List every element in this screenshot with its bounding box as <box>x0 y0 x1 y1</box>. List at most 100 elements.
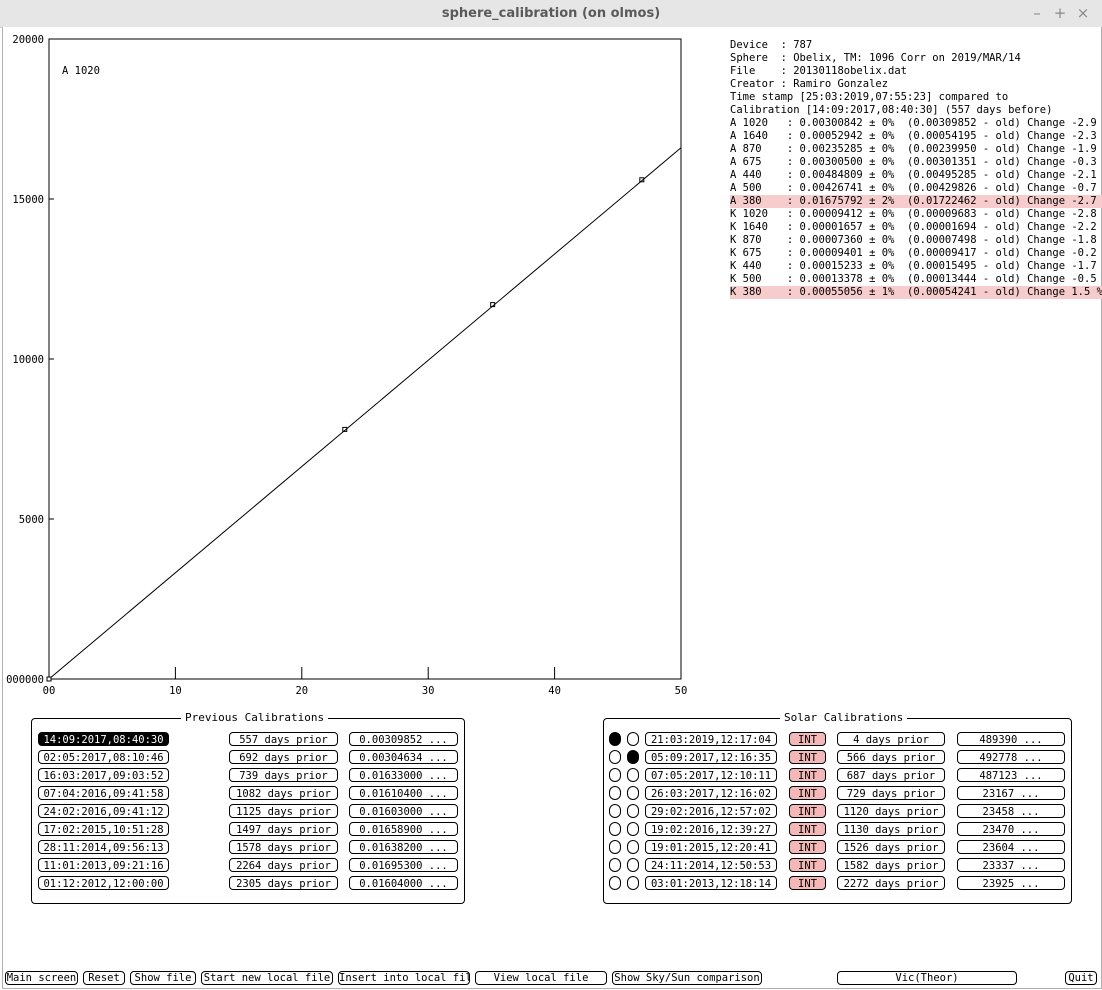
previous-calibration-value[interactable]: 0.01695300 ... <box>349 858 458 872</box>
view-local-file-button[interactable]: View local file <box>475 971 607 985</box>
minimize-icon[interactable]: – <box>1028 4 1046 22</box>
previous-calibrations-title: Previous Calibrations <box>181 711 329 724</box>
solar-calibration-int-badge[interactable]: INT <box>789 768 826 782</box>
solar-calibration-int-badge[interactable]: INT <box>789 804 826 818</box>
solar-calibration-prior[interactable]: 1130 days prior <box>837 822 945 836</box>
solar-calibration-prior[interactable]: 4 days prior <box>837 732 945 746</box>
solar-calibration-int-badge[interactable]: INT <box>789 876 826 890</box>
solar-calibration-prior[interactable]: 729 days prior <box>837 786 945 800</box>
previous-calibration-date[interactable]: 17:02:2015,10:51:28 <box>38 822 169 836</box>
solar-calibration-int-badge[interactable]: INT <box>789 732 826 746</box>
solar-select-radio-2[interactable] <box>627 858 639 872</box>
solar-calibration-value[interactable]: 23337 ... <box>957 858 1065 872</box>
solar-calibration-prior[interactable]: 1120 days prior <box>837 804 945 818</box>
info-line: K 870 : 0.00007360 ± 0% (0.00007498 - ol… <box>730 234 1102 246</box>
previous-calibration-date[interactable]: 01:12:2012,12:00:00 <box>38 876 169 890</box>
solar-calibration-date[interactable]: 19:01:2015,12:20:41 <box>645 840 777 854</box>
solar-calibration-date[interactable]: 21:03:2019,12:17:04 <box>645 732 777 746</box>
previous-calibration-prior[interactable]: 739 days prior <box>229 768 338 782</box>
previous-calibration-date[interactable]: 28:11:2014,09:56:13 <box>38 840 169 854</box>
info-line: A 500 : 0.00426741 ± 0% (0.00429826 - ol… <box>730 182 1102 194</box>
solar-calibration-int-badge[interactable]: INT <box>789 750 826 764</box>
previous-calibration-prior[interactable]: 1578 days prior <box>229 840 338 854</box>
insert-into-local-file-button[interactable]: Insert into local file <box>338 971 470 985</box>
solar-select-radio-1[interactable] <box>609 822 621 836</box>
solar-calibration-value[interactable]: 23604 ... <box>957 840 1065 854</box>
solar-select-radio-2[interactable] <box>627 804 639 818</box>
solar-calibration-prior[interactable]: 687 days prior <box>837 768 945 782</box>
solar-calibration-value[interactable]: 23167 ... <box>957 786 1065 800</box>
solar-calibration-prior[interactable]: 2272 days prior <box>837 876 945 890</box>
previous-calibration-date[interactable]: 24:02:2016,09:41:12 <box>38 804 169 818</box>
previous-calibration-value[interactable]: 0.00309852 ... <box>349 732 458 746</box>
solar-select-radio-1[interactable] <box>609 804 621 818</box>
solar-calibration-int-badge[interactable]: INT <box>789 858 826 872</box>
previous-calibration-date[interactable]: 02:05:2017,08:10:46 <box>38 750 169 764</box>
solar-calibration-date[interactable]: 26:03:2017,12:16:02 <box>645 786 777 800</box>
main-screen-button[interactable]: Main screen <box>5 971 78 985</box>
show-file-button[interactable]: Show file <box>130 971 196 985</box>
solar-calibration-prior[interactable]: 1526 days prior <box>837 840 945 854</box>
chart-title: A 1020 <box>62 65 100 77</box>
solar-calibration-value[interactable]: 489390 ... <box>957 732 1065 746</box>
solar-calibration-date[interactable]: 24:11:2014,12:50:53 <box>645 858 777 872</box>
previous-calibration-value[interactable]: 0.01658900 ... <box>349 822 458 836</box>
vic-theor-button[interactable]: Vic(Theor) <box>837 971 1017 985</box>
previous-calibration-value[interactable]: 0.01610400 ... <box>349 786 458 800</box>
solar-select-radio-1[interactable] <box>609 732 621 746</box>
quit-button[interactable]: Quit <box>1065 971 1097 985</box>
info-line: File : 20130118obelix.dat <box>730 65 908 77</box>
solar-calibration-date[interactable]: 07:05:2017,12:10:11 <box>645 768 777 782</box>
previous-calibration-prior[interactable]: 1082 days prior <box>229 786 338 800</box>
solar-calibration-date[interactable]: 19:02:2016,12:39:27 <box>645 822 777 836</box>
previous-calibration-date[interactable]: 14:09:2017,08:40:30 <box>38 732 169 746</box>
solar-calibration-value[interactable]: 23925 ... <box>957 876 1065 890</box>
previous-calibration-value[interactable]: 0.01638200 ... <box>349 840 458 854</box>
solar-select-radio-2[interactable] <box>627 786 639 800</box>
solar-select-radio-1[interactable] <box>609 858 621 872</box>
solar-calibration-int-badge[interactable]: INT <box>789 822 826 836</box>
previous-calibration-value[interactable]: 0.01603000 ... <box>349 804 458 818</box>
previous-calibration-prior[interactable]: 1497 days prior <box>229 822 338 836</box>
solar-select-radio-1[interactable] <box>609 750 621 764</box>
solar-calibration-int-badge[interactable]: INT <box>789 840 826 854</box>
previous-calibration-prior[interactable]: 2305 days prior <box>229 876 338 890</box>
previous-calibration-prior[interactable]: 2264 days prior <box>229 858 338 872</box>
solar-calibration-value[interactable]: 23458 ... <box>957 804 1065 818</box>
reset-button[interactable]: Reset <box>83 971 125 985</box>
solar-select-radio-2[interactable] <box>627 750 639 764</box>
solar-calibration-value[interactable]: 487123 ... <box>957 768 1065 782</box>
solar-calibration-value[interactable]: 492778 ... <box>957 750 1065 764</box>
solar-calibration-date[interactable]: 03:01:2013,12:18:14 <box>645 876 777 890</box>
y-tick-label: 10000 <box>12 354 44 366</box>
solar-select-radio-2[interactable] <box>627 840 639 854</box>
solar-select-radio-1[interactable] <box>609 768 621 782</box>
solar-select-radio-2[interactable] <box>627 732 639 746</box>
previous-calibration-date[interactable]: 07:04:2016,09:41:58 <box>38 786 169 800</box>
solar-select-radio-2[interactable] <box>627 876 639 890</box>
previous-calibration-prior[interactable]: 1125 days prior <box>229 804 338 818</box>
start-new-local-file-button[interactable]: Start new local file <box>201 971 333 985</box>
previous-calibration-date[interactable]: 11:01:2013,09:21:16 <box>38 858 169 872</box>
show-sky-sun-comparison-button[interactable]: Show Sky/Sun comparison <box>612 971 762 985</box>
previous-calibration-value[interactable]: 0.01633000 ... <box>349 768 458 782</box>
solar-calibration-prior[interactable]: 566 days prior <box>837 750 945 764</box>
previous-calibration-date[interactable]: 16:03:2017,09:03:52 <box>38 768 169 782</box>
solar-calibration-date[interactable]: 29:02:2016,12:57:02 <box>645 804 777 818</box>
previous-calibration-prior[interactable]: 557 days prior <box>229 732 338 746</box>
previous-calibration-value[interactable]: 0.01604000 ... <box>349 876 458 890</box>
previous-calibration-prior[interactable]: 692 days prior <box>229 750 338 764</box>
solar-select-radio-1[interactable] <box>609 876 621 890</box>
solar-calibration-prior[interactable]: 1582 days prior <box>837 858 945 872</box>
maximize-icon[interactable]: + <box>1051 4 1069 22</box>
info-line: Creator : Ramiro Gonzalez <box>730 78 889 90</box>
solar-calibration-value[interactable]: 23470 ... <box>957 822 1065 836</box>
solar-select-radio-2[interactable] <box>627 768 639 782</box>
close-icon[interactable]: × <box>1074 4 1092 22</box>
solar-select-radio-1[interactable] <box>609 786 621 800</box>
solar-calibration-int-badge[interactable]: INT <box>789 786 826 800</box>
solar-select-radio-2[interactable] <box>627 822 639 836</box>
previous-calibration-value[interactable]: 0.00304634 ... <box>349 750 458 764</box>
solar-select-radio-1[interactable] <box>609 840 621 854</box>
solar-calibration-date[interactable]: 05:09:2017,12:16:35 <box>645 750 777 764</box>
